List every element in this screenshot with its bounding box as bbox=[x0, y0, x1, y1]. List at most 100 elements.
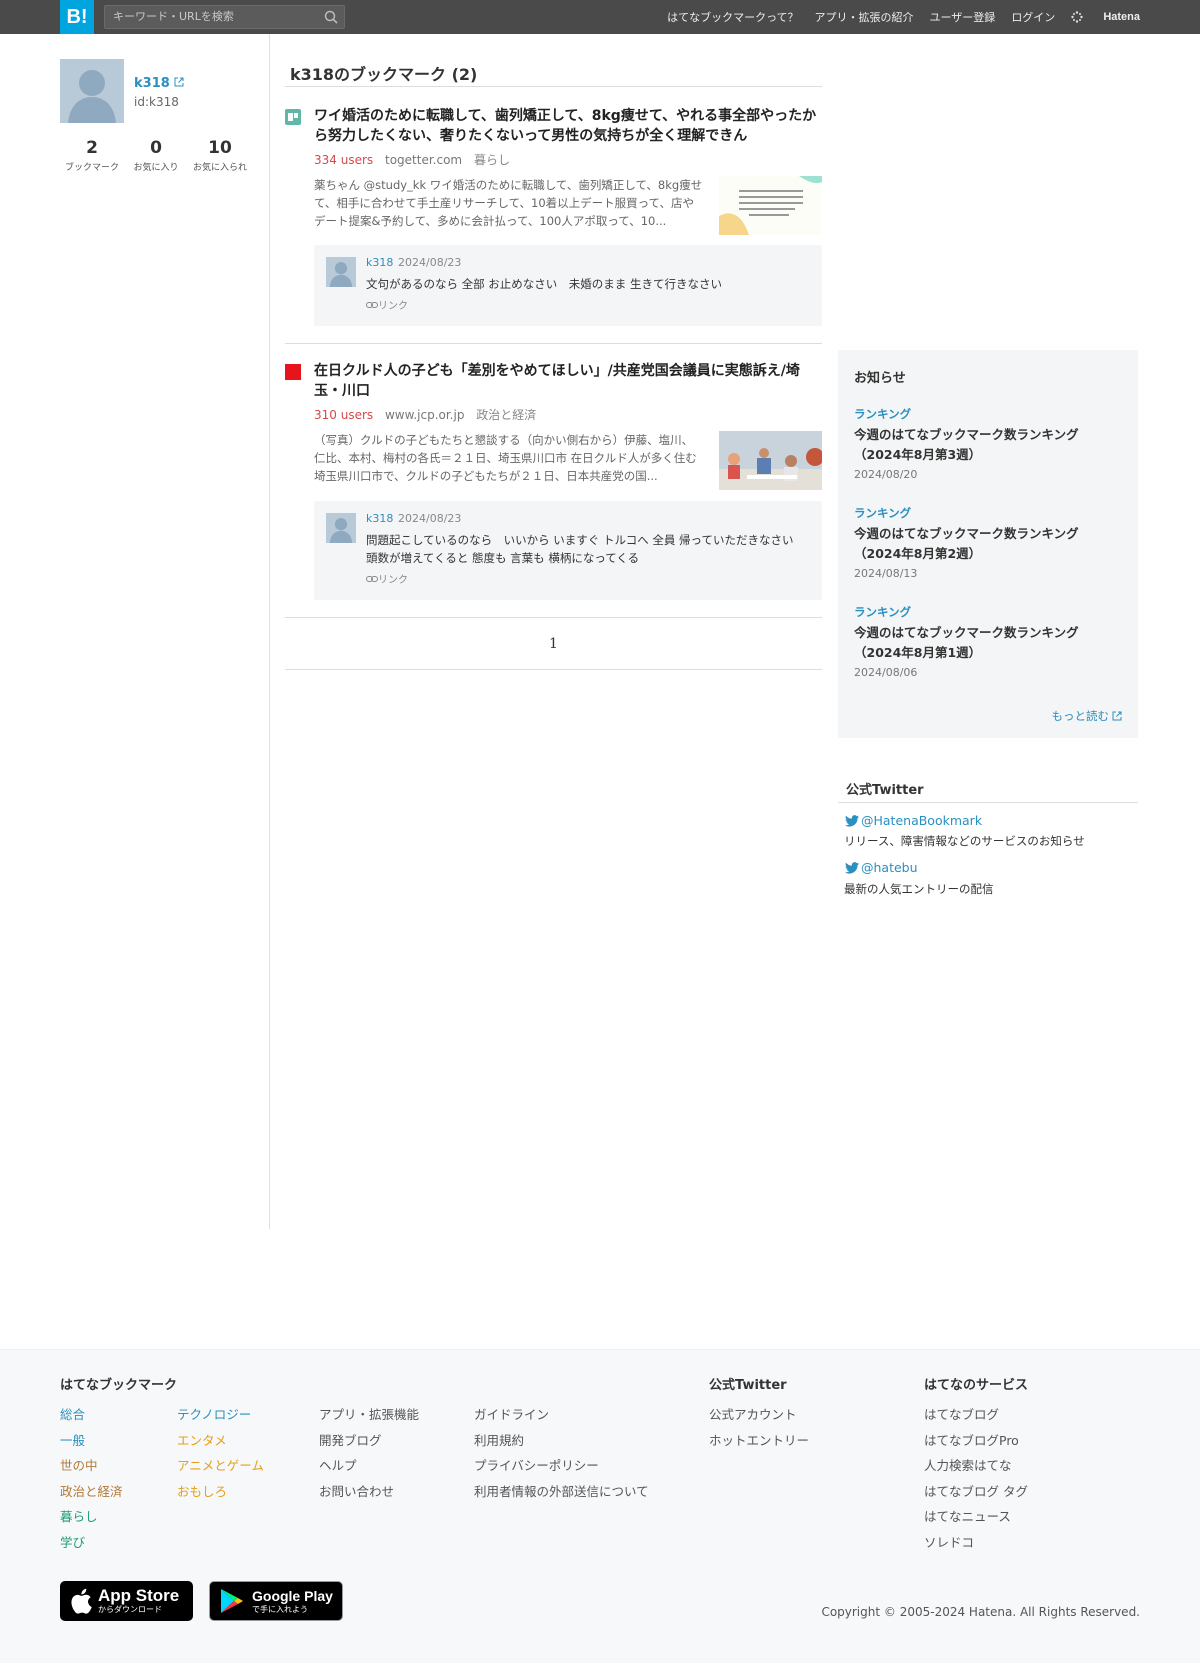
footer-link[interactable]: ヘルプ bbox=[319, 1457, 419, 1483]
twitter-handle: @hatebu bbox=[861, 860, 918, 875]
entry-users-count[interactable]: 310 users bbox=[314, 408, 373, 422]
bookmark-entry: ワイ婚活のために転職して、歯列矯正して、8kg痩せて、やれる事全部やったから努力… bbox=[285, 106, 822, 326]
footer-cat-link[interactable]: アニメとゲーム bbox=[177, 1457, 264, 1483]
nav-about[interactable]: はてなブックマークって？ bbox=[667, 9, 798, 25]
pagination-current-page[interactable]: 1 bbox=[285, 636, 822, 652]
footer-cat-link[interactable]: 暮らし bbox=[60, 1508, 123, 1534]
bookmark-entry: 在日クルド人の子ども「差別をやめてほしい」/共産党国会議員に実態訴え/埼玉・川口… bbox=[285, 361, 822, 601]
footer-cat-link[interactable]: 総合 bbox=[60, 1406, 123, 1432]
hatena-brand-link[interactable]: Hatena bbox=[1071, 11, 1140, 23]
entry-divider bbox=[285, 343, 822, 344]
twitter-bird-icon bbox=[845, 861, 859, 874]
footer-link[interactable]: はてなブログPro bbox=[924, 1432, 1028, 1458]
stat-followers-label: お気に入られ bbox=[192, 163, 247, 173]
notice-text: 今週のはてなブックマーク数ランキング（2024年8月第1週） bbox=[854, 625, 1079, 660]
search-placeholder: キーワード・URLを検索 bbox=[113, 10, 234, 23]
footer-cat-link[interactable]: 政治と経済 bbox=[60, 1483, 123, 1509]
thumbnail-image bbox=[719, 431, 822, 490]
footer-link[interactable]: プライバシーポリシー bbox=[474, 1457, 649, 1483]
app-store-sub: からダウンロード bbox=[98, 1605, 162, 1614]
comment-text: 問題起こしているのなら いいから いますぐ トルコへ 全員 帰っていただきなさい… bbox=[366, 533, 805, 565]
entry-title-link[interactable]: ワイ婚活のために転職して、歯列矯正して、8kg痩せて、やれる事全部やったから努力… bbox=[314, 106, 819, 146]
google-play-sub: で手に入れよう bbox=[252, 1605, 308, 1614]
comment-date[interactable]: 2024/08/23 bbox=[398, 512, 461, 525]
twitter-handle: @HatenaBookmark bbox=[861, 813, 983, 828]
footer-link[interactable]: ホットエントリー bbox=[709, 1432, 809, 1458]
notice-more-link[interactable]: もっと読む bbox=[1052, 708, 1123, 724]
comment-username[interactable]: k318 bbox=[366, 512, 393, 525]
twitter-account-link[interactable]: @HatenaBookmark bbox=[845, 813, 982, 828]
notice-date: 2024/08/13 bbox=[854, 567, 918, 580]
footer-link[interactable]: 利用者情報の外部送信について bbox=[474, 1483, 649, 1509]
comment-date[interactable]: 2024/08/23 bbox=[398, 256, 461, 269]
notice-more-label: もっと読む bbox=[1051, 709, 1110, 723]
notice-text: 今週のはてなブックマーク数ランキング（2024年8月第2週） bbox=[854, 526, 1079, 561]
nav-register[interactable]: ユーザー登録 bbox=[930, 9, 996, 25]
profile-avatar[interactable] bbox=[60, 59, 124, 123]
entry-description: （写真）クルドの子どもたちと懇談する（向かい側右から）伊藤、塩川、仁比、本村、梅… bbox=[314, 433, 697, 483]
footer-link[interactable]: はてなニュース bbox=[924, 1508, 1028, 1534]
jcp-favicon-icon bbox=[285, 364, 301, 380]
entry-category[interactable]: 政治と経済 bbox=[476, 408, 536, 422]
google-play-title: Google Play bbox=[252, 1588, 333, 1604]
title-divider bbox=[285, 86, 822, 87]
notice-item[interactable]: ランキング 今週のはてなブックマーク数ランキング（2024年8月第1週） 202… bbox=[854, 604, 1114, 679]
external-link-icon bbox=[1112, 711, 1122, 721]
footer-link[interactable]: 開発ブログ bbox=[319, 1432, 419, 1458]
footer-cat-link[interactable]: 学び bbox=[60, 1534, 123, 1560]
footer-link[interactable]: ソレドコ bbox=[924, 1534, 1028, 1560]
footer-cat-link[interactable]: エンタメ bbox=[177, 1432, 264, 1458]
entry-domain[interactable]: togetter.com bbox=[385, 153, 462, 167]
entry-users-count[interactable]: 334 users bbox=[314, 153, 373, 167]
comment-avatar[interactable] bbox=[326, 257, 356, 287]
footer-link[interactable]: ガイドライン bbox=[474, 1406, 649, 1432]
comment-permalink-label: リンク bbox=[378, 575, 408, 586]
comment-username[interactable]: k318 bbox=[366, 256, 393, 269]
comment-text: 文句があるのなら 全部 お止めなさい 未婚のまま 生きて行きなさい bbox=[366, 277, 722, 291]
search-icon[interactable] bbox=[324, 10, 338, 24]
footer-link[interactable]: 人力検索はてな bbox=[924, 1457, 1028, 1483]
entry-domain[interactable]: www.jcp.or.jp bbox=[385, 408, 464, 422]
notice-item[interactable]: ランキング 今週のはてなブックマーク数ランキング（2024年8月第3週） 202… bbox=[854, 406, 1114, 481]
global-header: B! キーワード・URLを検索 はてなブックマークって？ アプリ・拡張の紹介 ユ… bbox=[0, 0, 1200, 34]
hatena-bookmark-logo[interactable]: B! bbox=[60, 0, 94, 34]
footer-link[interactable]: アプリ・拡張機能 bbox=[319, 1406, 419, 1432]
comment-permalink[interactable]: リンク bbox=[366, 297, 408, 312]
stat-followers[interactable]: 10 お気に入られ bbox=[180, 138, 260, 173]
footer-link[interactable]: はてなブログ bbox=[924, 1406, 1028, 1432]
twitter-account-desc: リリース、障害情報などのサービスのお知らせ bbox=[844, 834, 1085, 848]
entry-thumbnail[interactable] bbox=[719, 176, 822, 235]
footer-cat-link[interactable]: テクノロジー bbox=[177, 1406, 264, 1432]
twitter-account-link[interactable]: @hatebu bbox=[845, 860, 918, 875]
footer-twitter-links: 公式アカウント ホットエントリー bbox=[709, 1406, 809, 1457]
notice-tag: ランキング bbox=[854, 407, 912, 421]
comment-permalink[interactable]: リンク bbox=[366, 571, 408, 586]
notice-item[interactable]: ランキング 今週のはてなブックマーク数ランキング（2024年8月第2週） 202… bbox=[854, 505, 1114, 580]
entry-title-link[interactable]: 在日クルド人の子ども「差別をやめてほしい」/共産党国会議員に実態訴え/埼玉・川口 bbox=[314, 361, 819, 401]
app-store-badge[interactable]: App Store からダウンロード bbox=[60, 1581, 193, 1621]
profile-username-link[interactable]: k318 bbox=[134, 76, 184, 91]
twitter-account-desc: 最新の人気エントリーの配信 bbox=[844, 882, 994, 896]
search-input[interactable]: キーワード・URLを検索 bbox=[104, 5, 345, 29]
site-footer: はてなブックマーク 総合 一般 世の中 政治と経済 暮らし 学び テクノロジー … bbox=[0, 1349, 1200, 1663]
footer-link[interactable]: 公式アカウント bbox=[709, 1406, 809, 1432]
footer-link[interactable]: お問い合わせ bbox=[319, 1483, 419, 1509]
page-title: k318のブックマーク (2) bbox=[290, 65, 478, 84]
default-user-icon bbox=[329, 518, 353, 543]
entry-category[interactable]: 暮らし bbox=[474, 153, 510, 167]
comment-avatar[interactable] bbox=[326, 513, 356, 543]
nav-apps[interactable]: アプリ・拡張の紹介 bbox=[815, 9, 914, 25]
nav-login[interactable]: ログイン bbox=[1011, 9, 1055, 25]
entry-thumbnail[interactable] bbox=[719, 431, 822, 490]
footer-link[interactable]: はてなブログ タグ bbox=[924, 1483, 1028, 1509]
notice-tag: ランキング bbox=[854, 605, 912, 619]
stat-followers-count: 10 bbox=[208, 138, 232, 158]
footer-services: はてなブログ はてなブログPro 人力検索はてな はてなブログ タグ はてなニュ… bbox=[924, 1406, 1028, 1560]
google-play-badge[interactable]: Google Play で手に入れよう bbox=[209, 1581, 343, 1621]
notice-date: 2024/08/06 bbox=[854, 666, 918, 679]
footer-cat-link[interactable]: 世の中 bbox=[60, 1457, 123, 1483]
pager-divider bbox=[285, 669, 822, 670]
footer-cat-link[interactable]: おもしろ bbox=[177, 1483, 264, 1509]
footer-cat-link[interactable]: 一般 bbox=[60, 1432, 123, 1458]
footer-link[interactable]: 利用規約 bbox=[474, 1432, 649, 1458]
